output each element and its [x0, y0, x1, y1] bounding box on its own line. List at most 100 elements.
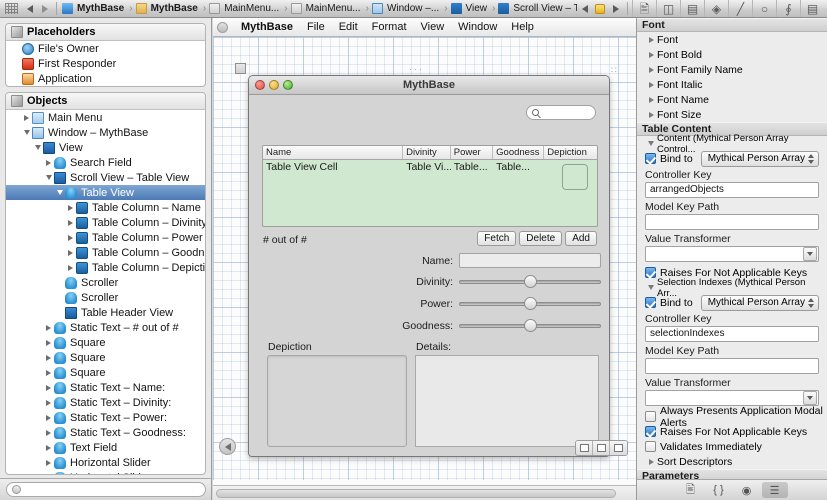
- bind-to-row-1[interactable]: Bind to Mythical Person Array Cont...: [637, 294, 827, 311]
- forward-arrow-icon[interactable]: [37, 2, 52, 16]
- bind-to-popup[interactable]: Mythical Person Array Cont...: [700, 150, 819, 167]
- chevron-right-icon[interactable]: [65, 219, 76, 226]
- fetch-button[interactable]: Fetch: [477, 231, 517, 246]
- outline-item-22[interactable]: Text Field: [6, 440, 205, 455]
- grip-icon[interactable]: [5, 3, 18, 14]
- menu-item-help[interactable]: Help: [504, 21, 541, 33]
- align-left-icon[interactable]: [576, 441, 593, 455]
- chevron-right-icon[interactable]: [43, 369, 54, 376]
- outline-item-2[interactable]: View: [6, 140, 205, 155]
- depiction-cell-image-well[interactable]: [562, 164, 588, 190]
- chevron-right-icon[interactable]: [645, 458, 657, 465]
- bind-to-popup[interactable]: Mythical Person Array Cont...: [700, 294, 819, 311]
- outline-item-14[interactable]: Static Text – # out of #: [6, 320, 205, 335]
- divinity-slider-knob[interactable]: [524, 275, 537, 288]
- outline-item-11[interactable]: Scroller: [6, 275, 205, 290]
- table-column-header-3[interactable]: Goodness: [493, 146, 545, 159]
- controller-key-input-0[interactable]: arrangedObjects: [645, 182, 819, 198]
- search-input[interactable]: [526, 105, 596, 120]
- delete-button[interactable]: Delete: [519, 231, 563, 246]
- breadcrumb[interactable]: MythBase › MythBase › MainMenu... › MainMenu..…: [61, 0, 577, 18]
- chevron-right-icon[interactable]: [43, 339, 54, 346]
- chevron-right-icon[interactable]: [43, 414, 54, 421]
- outline-item-7[interactable]: Table Column – Divinity: [6, 215, 205, 230]
- font-row-4[interactable]: Font Name: [637, 92, 827, 107]
- outline-item-24[interactable]: Horizontal Slider: [6, 470, 205, 474]
- chevron-right-icon[interactable]: [65, 249, 76, 256]
- apple-menu-icon[interactable]: [217, 21, 228, 33]
- chevron-down-icon[interactable]: [645, 141, 657, 146]
- checkbox[interactable]: [645, 411, 656, 422]
- checkbox[interactable]: [645, 441, 656, 452]
- depiction-image-well[interactable]: [267, 355, 407, 447]
- outline-item-9[interactable]: Table Column – Goodness: [6, 245, 205, 260]
- list-icon[interactable]: ◫: [656, 0, 680, 17]
- breadcrumb-item-1[interactable]: MythBase: [135, 0, 201, 18]
- chevron-right-icon[interactable]: [43, 324, 54, 331]
- outline-item-6[interactable]: Table Column – Name: [6, 200, 205, 215]
- align-right-icon[interactable]: [610, 441, 627, 455]
- breadcrumb-item-2[interactable]: MainMenu...: [208, 0, 282, 18]
- breadcrumb-item-3[interactable]: MainMenu...: [290, 0, 364, 18]
- outline-item-19[interactable]: Static Text – Divinity:: [6, 395, 205, 410]
- chevron-down-icon[interactable]: [803, 391, 817, 405]
- outline-item-1[interactable]: Window – MythBase: [6, 125, 205, 140]
- outline-item-5[interactable]: Table View: [6, 185, 205, 200]
- outline-item-3[interactable]: Search Field: [6, 155, 205, 170]
- objects-header[interactable]: Objects: [6, 93, 205, 110]
- outline-item-15[interactable]: Square: [6, 335, 205, 350]
- menu-item-view[interactable]: View: [414, 21, 452, 33]
- value-transformer-combo-0[interactable]: [645, 246, 819, 262]
- outline-item-12[interactable]: Scroller: [6, 290, 205, 305]
- add-button[interactable]: Add: [565, 231, 597, 246]
- align-center-icon[interactable]: [593, 441, 610, 455]
- option-1-2[interactable]: Validates Immediately: [637, 439, 827, 454]
- checkbox[interactable]: [645, 426, 656, 437]
- chevron-right-icon[interactable]: [21, 114, 32, 121]
- filter-input[interactable]: [6, 482, 206, 497]
- back-circle-icon[interactable]: [219, 438, 236, 455]
- chevron-right-icon[interactable]: [65, 204, 76, 211]
- breadcrumb-item-4[interactable]: Window –...: [371, 0, 442, 18]
- font-row-3[interactable]: Font Italic: [637, 77, 827, 92]
- attributes-icon[interactable]: ☰: [761, 482, 788, 498]
- sort-descriptors-row[interactable]: Sort Descriptors: [637, 454, 827, 469]
- name-input[interactable]: [459, 253, 601, 268]
- table-column-header-4[interactable]: Depiction: [544, 146, 597, 159]
- chevron-right-icon[interactable]: [43, 459, 54, 466]
- binding-group-header-1[interactable]: Selection Indexes (Mythical Person Arr..…: [637, 277, 827, 299]
- document-icon[interactable]: 🖹: [632, 0, 656, 17]
- breadcrumb-item-5[interactable]: View: [450, 0, 491, 18]
- placeholders-header[interactable]: Placeholders: [6, 24, 205, 41]
- back-arrow-icon[interactable]: [22, 2, 37, 16]
- identity-icon[interactable]: ◉: [734, 482, 760, 498]
- outline-item-8[interactable]: Table Column – Power: [6, 230, 205, 245]
- scrollbar-thumb[interactable]: [216, 488, 617, 498]
- table-column-header-0[interactable]: Name: [263, 146, 404, 159]
- file-inspector-icon[interactable]: 🖹: [678, 482, 704, 498]
- outline-item-17[interactable]: Square: [6, 365, 205, 380]
- controller-key-input-1[interactable]: selectionIndexes: [645, 326, 819, 342]
- chevron-right-icon[interactable]: [645, 36, 657, 43]
- font-row-2[interactable]: Font Family Name: [637, 62, 827, 77]
- chevron-right-icon[interactable]: [645, 96, 657, 103]
- jump-forward-icon[interactable]: [608, 2, 623, 16]
- menu-item-window[interactable]: Window: [451, 21, 504, 33]
- option-1-0[interactable]: Always Presents Application Modal Alerts: [637, 405, 827, 429]
- outline-item-20[interactable]: Static Text – Power:: [6, 410, 205, 425]
- chevron-right-icon[interactable]: [645, 111, 657, 118]
- binding-group-header-0[interactable]: Content (Mythical Person Array Control..…: [637, 133, 827, 155]
- outline-item-13[interactable]: Table Header View: [6, 305, 205, 320]
- outline-item-23[interactable]: Horizontal Slider: [6, 455, 205, 470]
- chevron-right-icon[interactable]: [43, 159, 54, 166]
- bindings-icon[interactable]: ∮: [776, 0, 800, 17]
- chevron-right-icon[interactable]: [645, 51, 657, 58]
- chevron-right-icon[interactable]: [43, 444, 54, 451]
- font-row-1[interactable]: Font Bold: [637, 47, 827, 62]
- ruler-icon[interactable]: ╱: [728, 0, 752, 17]
- inspector-icon[interactable]: ◈: [704, 0, 728, 17]
- chevron-down-icon[interactable]: [21, 130, 32, 135]
- table-column-header-1[interactable]: Divinity: [403, 146, 451, 159]
- chevron-down-icon[interactable]: [43, 175, 54, 180]
- goodness-slider[interactable]: [459, 319, 601, 332]
